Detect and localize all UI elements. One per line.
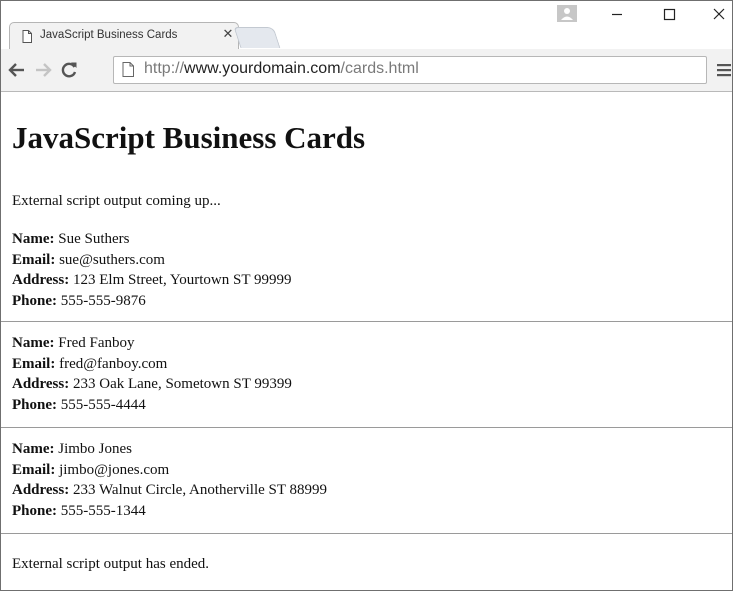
browser-menu-button[interactable] <box>713 62 732 78</box>
email-label: Email: <box>12 461 56 478</box>
card-address-row: Address: 233 Walnut Circle, Anotherville… <box>12 480 327 501</box>
reload-icon <box>61 62 77 78</box>
forward-button[interactable] <box>33 60 53 80</box>
card-phone-row: Phone: 555-555-4444 <box>12 395 292 416</box>
card-name: Jimbo Jones <box>58 441 132 457</box>
forward-arrow-icon <box>36 63 52 77</box>
card-divider <box>1 321 732 322</box>
back-button[interactable] <box>7 60 27 80</box>
business-card: Name: Sue Suthers Email: sue@suthers.com… <box>12 229 291 311</box>
card-name-row: Name: Jimbo Jones <box>12 439 327 460</box>
back-arrow-icon <box>8 63 24 77</box>
tab-title: JavaScript Business Cards <box>40 29 178 41</box>
card-email-row: Email: sue@suthers.com <box>12 250 291 271</box>
hamburger-menu-icon <box>717 64 731 77</box>
card-name-row: Name: Fred Fanboy <box>12 333 292 354</box>
card-phone-row: Phone: 555-555-9876 <box>12 291 291 312</box>
card-address-row: Address: 233 Oak Lane, Sometown ST 99399 <box>12 374 292 395</box>
card-divider <box>1 427 732 428</box>
card-phone: 555-555-1344 <box>60 502 146 519</box>
name-label: Name: <box>12 335 55 351</box>
url-scheme: http:// <box>144 60 185 77</box>
address-label: Address: <box>12 376 70 392</box>
address-label: Address: <box>12 272 70 288</box>
card-name-row: Name: Sue Suthers <box>12 229 291 250</box>
card-email-row: Email: fred@fanboy.com <box>12 354 292 375</box>
maximize-icon <box>663 8 676 21</box>
card-email-row: Email: jimbo@jones.com <box>12 460 327 481</box>
outro-text: External script output has ended. <box>12 556 210 572</box>
intro-text: External script output coming up... <box>12 193 221 209</box>
card-phone: 555-555-9876 <box>60 292 146 309</box>
maximize-button[interactable] <box>653 3 685 25</box>
card-phone-row: Phone: 555-555-1344 <box>12 501 327 522</box>
close-icon <box>713 8 725 20</box>
profile-icon <box>561 8 573 20</box>
business-card: Name: Jimbo Jones Email: jimbo@jones.com… <box>12 439 327 521</box>
email-label: Email: <box>12 355 56 372</box>
reload-button[interactable] <box>59 60 79 80</box>
url-text[interactable]: http://www.yourdomain.com/cards.html <box>144 60 419 78</box>
page-icon <box>122 62 134 77</box>
card-email: sue@suthers.com <box>59 251 165 268</box>
card-email: jimbo@jones.com <box>59 461 170 478</box>
close-window-button[interactable] <box>703 3 732 25</box>
phone-label: Phone: <box>12 396 57 413</box>
business-card: Name: Fred Fanboy Email: fred@fanboy.com… <box>12 333 292 415</box>
new-tab-button[interactable] <box>233 27 281 48</box>
page-title: JavaScript Business Cards <box>12 120 366 155</box>
profile-button[interactable] <box>557 5 577 22</box>
phone-label: Phone: <box>12 292 57 309</box>
name-label: Name: <box>12 231 55 247</box>
browser-window: JavaScript Business Cards ✕ http://www.y… <box>0 0 733 591</box>
email-label: Email: <box>12 251 56 268</box>
minimize-icon <box>612 13 622 16</box>
url-host: www.yourdomain.com <box>184 60 341 77</box>
card-address: 123 Elm Street, Yourtown ST 99999 <box>72 272 292 288</box>
phone-label: Phone: <box>12 502 57 519</box>
card-address: 233 Walnut Circle, Anotherville ST 88999 <box>72 482 328 498</box>
card-address: 233 Oak Lane, Sometown ST 99399 <box>72 376 292 392</box>
minimize-button[interactable] <box>601 3 633 25</box>
page-content: JavaScript Business Cards External scrip… <box>1 92 732 590</box>
browser-tab[interactable]: JavaScript Business Cards ✕ <box>9 22 239 50</box>
address-label: Address: <box>12 482 70 498</box>
card-email: fred@fanboy.com <box>59 355 168 372</box>
card-phone: 555-555-4444 <box>60 396 146 413</box>
url-path: /cards.html <box>340 60 419 77</box>
address-bar[interactable]: http://www.yourdomain.com/cards.html <box>113 56 707 84</box>
card-address-row: Address: 123 Elm Street, Yourtown ST 999… <box>12 270 291 291</box>
card-divider <box>1 533 732 534</box>
page-icon <box>22 30 32 43</box>
card-name: Sue Suthers <box>58 231 130 247</box>
card-name: Fred Fanboy <box>58 335 135 351</box>
browser-toolbar: http://www.yourdomain.com/cards.html <box>1 49 732 92</box>
title-bar: JavaScript Business Cards ✕ <box>1 1 732 50</box>
name-label: Name: <box>12 441 55 457</box>
